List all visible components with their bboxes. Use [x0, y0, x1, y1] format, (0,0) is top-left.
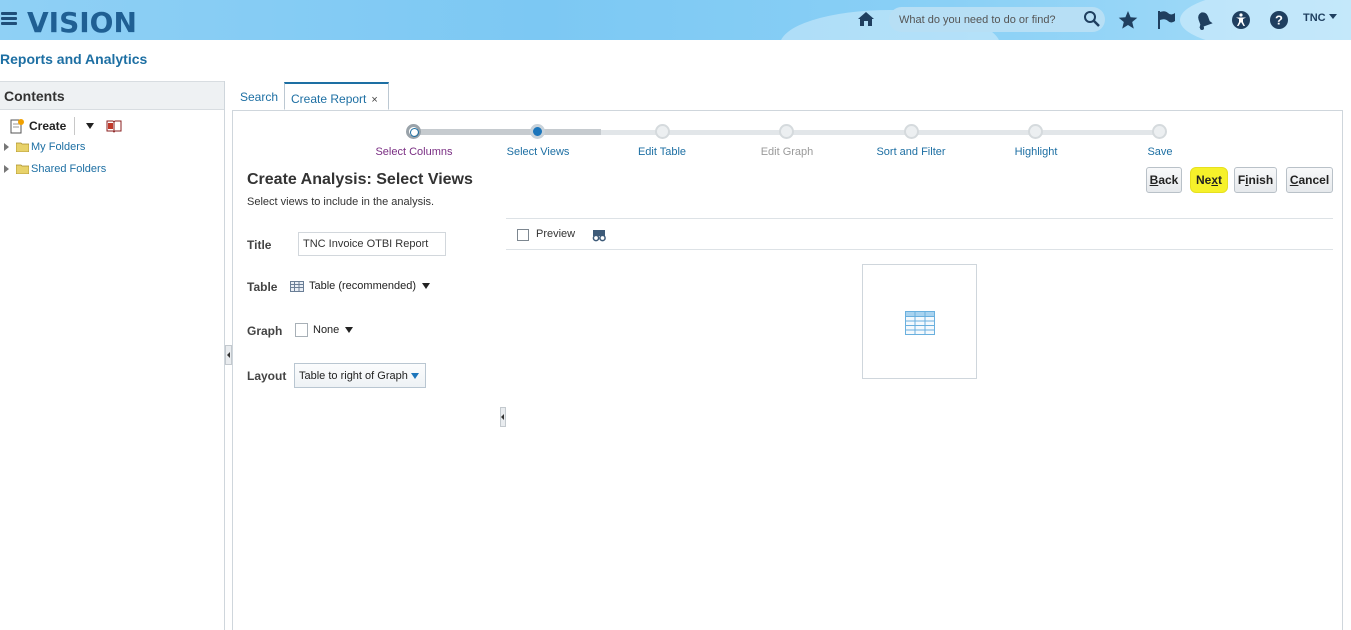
create-label: Create — [29, 119, 67, 133]
user-name: TNC — [1303, 12, 1326, 24]
contents-toolbar: Create — [9, 117, 122, 135]
global-search — [889, 7, 1105, 32]
create-button[interactable]: Create — [9, 118, 66, 134]
train-label-select-columns[interactable]: Select Columns — [354, 146, 474, 158]
catalog-book-icon[interactable] — [106, 119, 122, 133]
tab-label: Search — [240, 90, 279, 104]
preview-binoculars-icon[interactable] — [592, 227, 607, 242]
bell-icon[interactable] — [1193, 9, 1215, 31]
empty-graph-icon — [295, 323, 308, 337]
access-key: x — [1211, 173, 1219, 187]
global-header: VISION ? TNC — [0, 0, 1351, 40]
tab-label: Create Report — [291, 92, 367, 106]
search-icon[interactable] — [1083, 10, 1101, 28]
tree-item-my-folders[interactable]: My Folders — [4, 141, 85, 153]
button-label: nish — [1248, 173, 1274, 187]
train-stop-sort-and-filter[interactable] — [904, 124, 919, 139]
home-icon[interactable] — [856, 9, 876, 29]
expand-icon[interactable] — [4, 165, 9, 173]
tree-item-shared-folders[interactable]: Shared Folders — [4, 163, 106, 175]
title-field[interactable] — [298, 232, 446, 256]
chevron-down-icon — [422, 283, 430, 289]
next-button[interactable]: Next — [1190, 167, 1228, 193]
preview-toolbar: Preview — [506, 218, 1333, 250]
train-stop-save[interactable] — [1152, 124, 1167, 139]
table-icon — [905, 311, 935, 335]
table-view-value: Table (recommended) — [309, 280, 416, 292]
button-label: ack — [1158, 173, 1179, 187]
train-stop-edit-graph — [779, 124, 794, 139]
train-label-select-views: Select Views — [506, 146, 570, 158]
train-stop-edit-table[interactable] — [655, 124, 670, 139]
page-subtitle: Select views to include in the analysis. — [247, 196, 435, 208]
access-key: B — [1149, 173, 1159, 187]
layout-label: Layout — [247, 369, 287, 383]
layout-select[interactable]: Table to right of Graph — [294, 363, 426, 388]
help-icon[interactable]: ? — [1268, 9, 1290, 31]
contents-panel: Contents Create My Folders Shared Folder… — [0, 81, 225, 630]
train-stop-highlight[interactable] — [1028, 124, 1043, 139]
train-label-highlight[interactable]: Highlight — [976, 146, 1096, 158]
train-label-save[interactable]: Save — [1100, 146, 1220, 158]
train-label-sort-and-filter[interactable]: Sort and Filter — [851, 146, 971, 158]
folder-icon — [16, 142, 29, 152]
preview-label: Preview — [536, 228, 576, 240]
table-view-select[interactable]: Table (recommended) — [290, 280, 430, 292]
expand-icon[interactable] — [4, 143, 9, 151]
graph-view-select[interactable]: None — [295, 323, 354, 337]
flag-icon[interactable] — [1155, 9, 1177, 31]
table-label: Table — [247, 280, 278, 294]
menu-icon[interactable] — [1, 12, 17, 26]
tab-search[interactable]: Search — [234, 82, 284, 110]
train-stop-select-columns[interactable] — [406, 124, 421, 139]
tree-item-label[interactable]: Shared Folders — [31, 163, 106, 175]
vision-logo[interactable]: VISION — [27, 6, 137, 39]
preview-checkbox[interactable] — [517, 229, 529, 241]
chevron-down-icon — [411, 373, 419, 379]
page-heading: Create Analysis: Select Views — [247, 171, 473, 188]
tree-item-label[interactable]: My Folders — [31, 141, 85, 153]
user-menu[interactable]: TNC — [1303, 12, 1337, 24]
contents-heading: Contents — [0, 81, 224, 110]
table-view-thumbnail[interactable] — [862, 264, 977, 379]
button-label: t — [1218, 173, 1223, 187]
toolbar-separator — [74, 117, 76, 135]
table-icon — [290, 280, 304, 292]
button-label: Ne — [1195, 173, 1212, 187]
train-label-edit-table[interactable]: Edit Table — [602, 146, 722, 158]
chevron-down-icon — [1328, 14, 1337, 19]
collapse-sidebar-handle[interactable] — [225, 345, 232, 365]
title-label: Title — [247, 238, 272, 252]
chevron-down-icon — [345, 327, 354, 333]
button-label: ancel — [1298, 173, 1330, 187]
graph-label: Graph — [247, 324, 283, 338]
cancel-button[interactable]: Cancel — [1286, 167, 1333, 193]
train-progress — [414, 129, 601, 135]
page-title: Reports and Analytics — [0, 51, 148, 67]
layout-value: Table to right of Graph — [299, 370, 408, 382]
new-document-icon — [10, 119, 24, 134]
graph-view-value: None — [313, 324, 340, 336]
svg-text:?: ? — [1275, 13, 1283, 28]
search-input[interactable] — [899, 11, 1079, 28]
train-stop-select-views — [530, 124, 545, 139]
train-label-edit-graph: Edit Graph — [760, 146, 814, 158]
folder-icon — [16, 164, 29, 174]
finish-button[interactable]: Finish — [1234, 167, 1277, 193]
tab-create-report[interactable]: Create Report × — [284, 82, 389, 110]
back-button[interactable]: Back — [1146, 167, 1182, 193]
star-icon[interactable] — [1117, 9, 1139, 31]
create-dropdown-icon[interactable] — [86, 123, 95, 129]
close-icon[interactable]: × — [371, 94, 377, 106]
pane-splitter-handle[interactable] — [500, 407, 506, 427]
accessibility-icon[interactable] — [1230, 9, 1252, 31]
